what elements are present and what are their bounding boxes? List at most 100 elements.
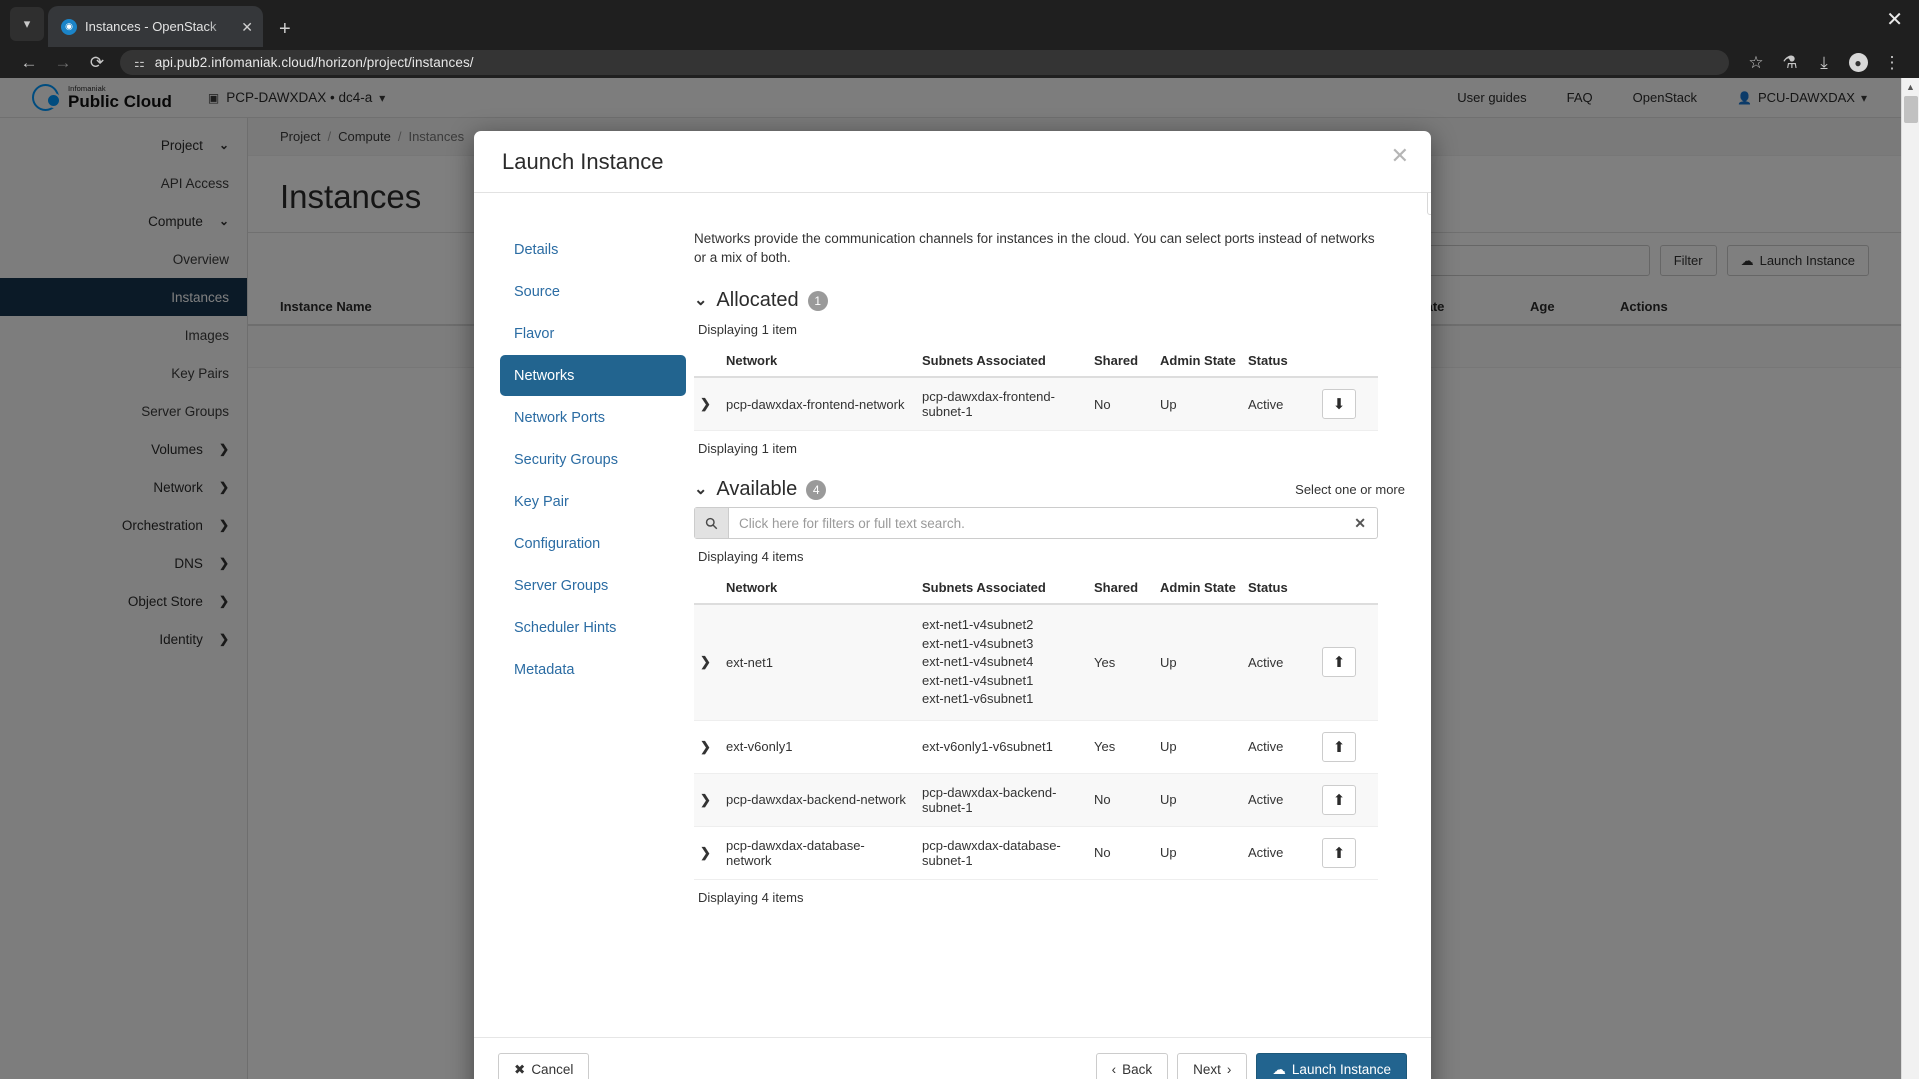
profile-avatar-icon[interactable]: ● (1841, 53, 1875, 73)
launch-instance-submit-button[interactable]: ☁ Launch Instance (1256, 1052, 1407, 1079)
column-subnets-associated: Subnets Associated (916, 345, 1088, 379)
browser-menu-icon[interactable]: ⋮ (1875, 54, 1909, 71)
wizard-step-label: Scheduler Hints (514, 619, 617, 636)
wizard-step-label: Details (514, 241, 559, 258)
row-expand-toggle[interactable]: ❯ (694, 720, 720, 774)
cell-admin-state: Up (1154, 826, 1242, 880)
scrollbar-thumb[interactable] (1904, 96, 1918, 123)
allocate-network-button[interactable]: ⬆ (1322, 731, 1356, 762)
wizard-step-details[interactable]: Details (500, 229, 686, 270)
wizard-step-flavor[interactable]: Flavor (500, 313, 686, 354)
allocate-network-button[interactable]: ⬆ (1322, 837, 1356, 868)
allocated-title: Allocated (716, 289, 799, 312)
row-expand-toggle[interactable]: ❯ (694, 826, 720, 880)
wizard-step-nav: Details Source Flavor Networks Network P… (474, 193, 686, 1037)
wizard-step-networks[interactable]: Networks (500, 355, 686, 396)
close-icon[interactable]: ✕ (1391, 145, 1409, 167)
site-settings-icon[interactable]: ⚏ (134, 56, 145, 70)
cell-status: Active (1242, 720, 1316, 774)
scroll-up-arrow-icon[interactable]: ▲ (1902, 78, 1919, 95)
chevron-right-icon: ❯ (700, 654, 711, 670)
wizard-step-security-groups[interactable]: Security Groups (500, 439, 686, 480)
window-close-button[interactable]: ✕ (1886, 10, 1903, 30)
page-viewport: Infomaniak Public Cloud ▣ PCP-DAWXDAX • … (0, 78, 1919, 1079)
column-expand (694, 572, 720, 606)
wizard-step-network-ports[interactable]: Network Ports (500, 397, 686, 438)
wizard-step-label: Security Groups (514, 451, 618, 468)
browser-window: ◉ Instances - OpenStack ✕ + ✕ ← → ⟳ ⚏ ap… (0, 0, 1919, 1079)
back-button[interactable]: ‹ Back (1095, 1052, 1169, 1079)
column-action (1316, 345, 1378, 379)
footer-actions: ‹ Back Next › ☁ Launch Instance (1095, 1052, 1407, 1079)
wizard-step-metadata[interactable]: Metadata (500, 649, 686, 690)
allocated-displaying-top: Displaying 1 item (698, 322, 797, 338)
subnet-item: ext-net1-v4subnet1 (922, 672, 1034, 688)
allocate-network-button[interactable]: ⬆ (1322, 647, 1356, 678)
chevron-left-icon: ‹ (1111, 1062, 1117, 1077)
wizard-step-configuration[interactable]: Configuration (500, 523, 686, 564)
available-search-bar[interactable]: ✕ (694, 507, 1378, 540)
cancel-label: Cancel (531, 1062, 574, 1077)
wizard-step-source[interactable]: Source (500, 271, 686, 312)
search-icon (695, 508, 729, 539)
cell-network: ext-v6only1 (720, 720, 916, 774)
close-icon[interactable]: ✕ (241, 20, 253, 34)
column-status: Status (1242, 572, 1316, 606)
bookmark-star-icon[interactable]: ☆ (1739, 54, 1773, 71)
cell-shared: No (1088, 773, 1154, 827)
page-scrollbar[interactable]: ▲ (1901, 78, 1919, 1079)
browser-tabstrip: ◉ Instances - OpenStack ✕ + ✕ (0, 0, 1919, 47)
forward-icon[interactable]: → (46, 54, 80, 71)
cell-status: Active (1242, 773, 1316, 827)
wizard-step-label: Flavor (514, 325, 555, 342)
search-input[interactable] (729, 509, 1355, 538)
select-hint: Select one or more (1295, 482, 1405, 498)
column-admin-state: Admin State (1154, 572, 1242, 606)
new-tab-button[interactable]: + (279, 19, 291, 39)
available-title: Available (716, 478, 798, 501)
cell-shared: Yes (1088, 604, 1154, 721)
cell-admin-state: Up (1154, 720, 1242, 774)
wizard-step-label: Source (514, 283, 560, 300)
launch-instance-label: Launch Instance (1291, 1062, 1391, 1077)
row-expand-toggle[interactable]: ❯ (694, 604, 720, 721)
deallocate-network-button[interactable]: ⬇ (1322, 389, 1356, 420)
labs-flask-icon[interactable]: ⚗ (1773, 54, 1807, 71)
available-section-header[interactable]: ⌄ Available 4 Select one or more (694, 478, 1405, 501)
wizard-step-scheduler-hints[interactable]: Scheduler Hints (500, 607, 686, 648)
cell-shared: No (1088, 377, 1154, 432)
tab-list-button[interactable] (10, 7, 44, 41)
chevron-right-icon: ❯ (700, 791, 711, 807)
clear-search-icon[interactable]: ✕ (1354, 515, 1377, 532)
allocated-section-header[interactable]: ⌄ Allocated 1 (694, 289, 1405, 312)
chevron-right-icon: ❯ (700, 738, 711, 754)
wizard-step-server-groups[interactable]: Server Groups (500, 565, 686, 606)
wizard-step-key-pair[interactable]: Key Pair (500, 481, 686, 522)
row-expand-toggle[interactable]: ❯ (694, 773, 720, 827)
available-count-badge: 4 (806, 479, 827, 500)
help-button[interactable]: ? (1427, 193, 1431, 215)
modal-title: Launch Instance (502, 148, 664, 174)
table-row: ❯ ext-net1 ext-net1-v4subnet2 ext-net1-v… (694, 604, 1378, 721)
column-admin-state: Admin State (1154, 345, 1242, 379)
browser-tab[interactable]: ◉ Instances - OpenStack ✕ (48, 6, 263, 47)
subnet-item: ext-net1-v4subnet4 (922, 654, 1034, 670)
downloads-icon[interactable]: ⤓ (1807, 54, 1841, 71)
chevron-down-icon: ⌄ (694, 291, 708, 309)
url-text: api.pub2.infomaniak.cloud/horizon/projec… (154, 55, 474, 70)
back-icon[interactable]: ← (12, 54, 46, 71)
address-bar[interactable]: ⚏ api.pub2.infomaniak.cloud/horizon/proj… (120, 50, 1729, 75)
cell-network: ext-net1 (720, 604, 916, 721)
allocate-network-button[interactable]: ⬆ (1322, 784, 1356, 815)
cell-status: Active (1242, 377, 1316, 432)
row-expand-toggle[interactable]: ❯ (694, 377, 720, 432)
table-row: ❯ ext-v6only1 ext-v6only1-v6subnet1 Yes … (694, 720, 1378, 774)
reload-icon[interactable]: ⟳ (80, 54, 114, 71)
wizard-step-label: Server Groups (514, 577, 609, 594)
cancel-button[interactable]: ✖ Cancel (498, 1052, 590, 1079)
cell-action: ⬆ (1316, 720, 1378, 774)
next-button[interactable]: Next › (1177, 1052, 1248, 1079)
close-x-icon: ✖ (514, 1061, 526, 1077)
subnet-item: ext-net1-v6subnet1 (922, 691, 1034, 707)
networks-step-panel: ? Networks provide the communication cha… (686, 193, 1431, 1037)
